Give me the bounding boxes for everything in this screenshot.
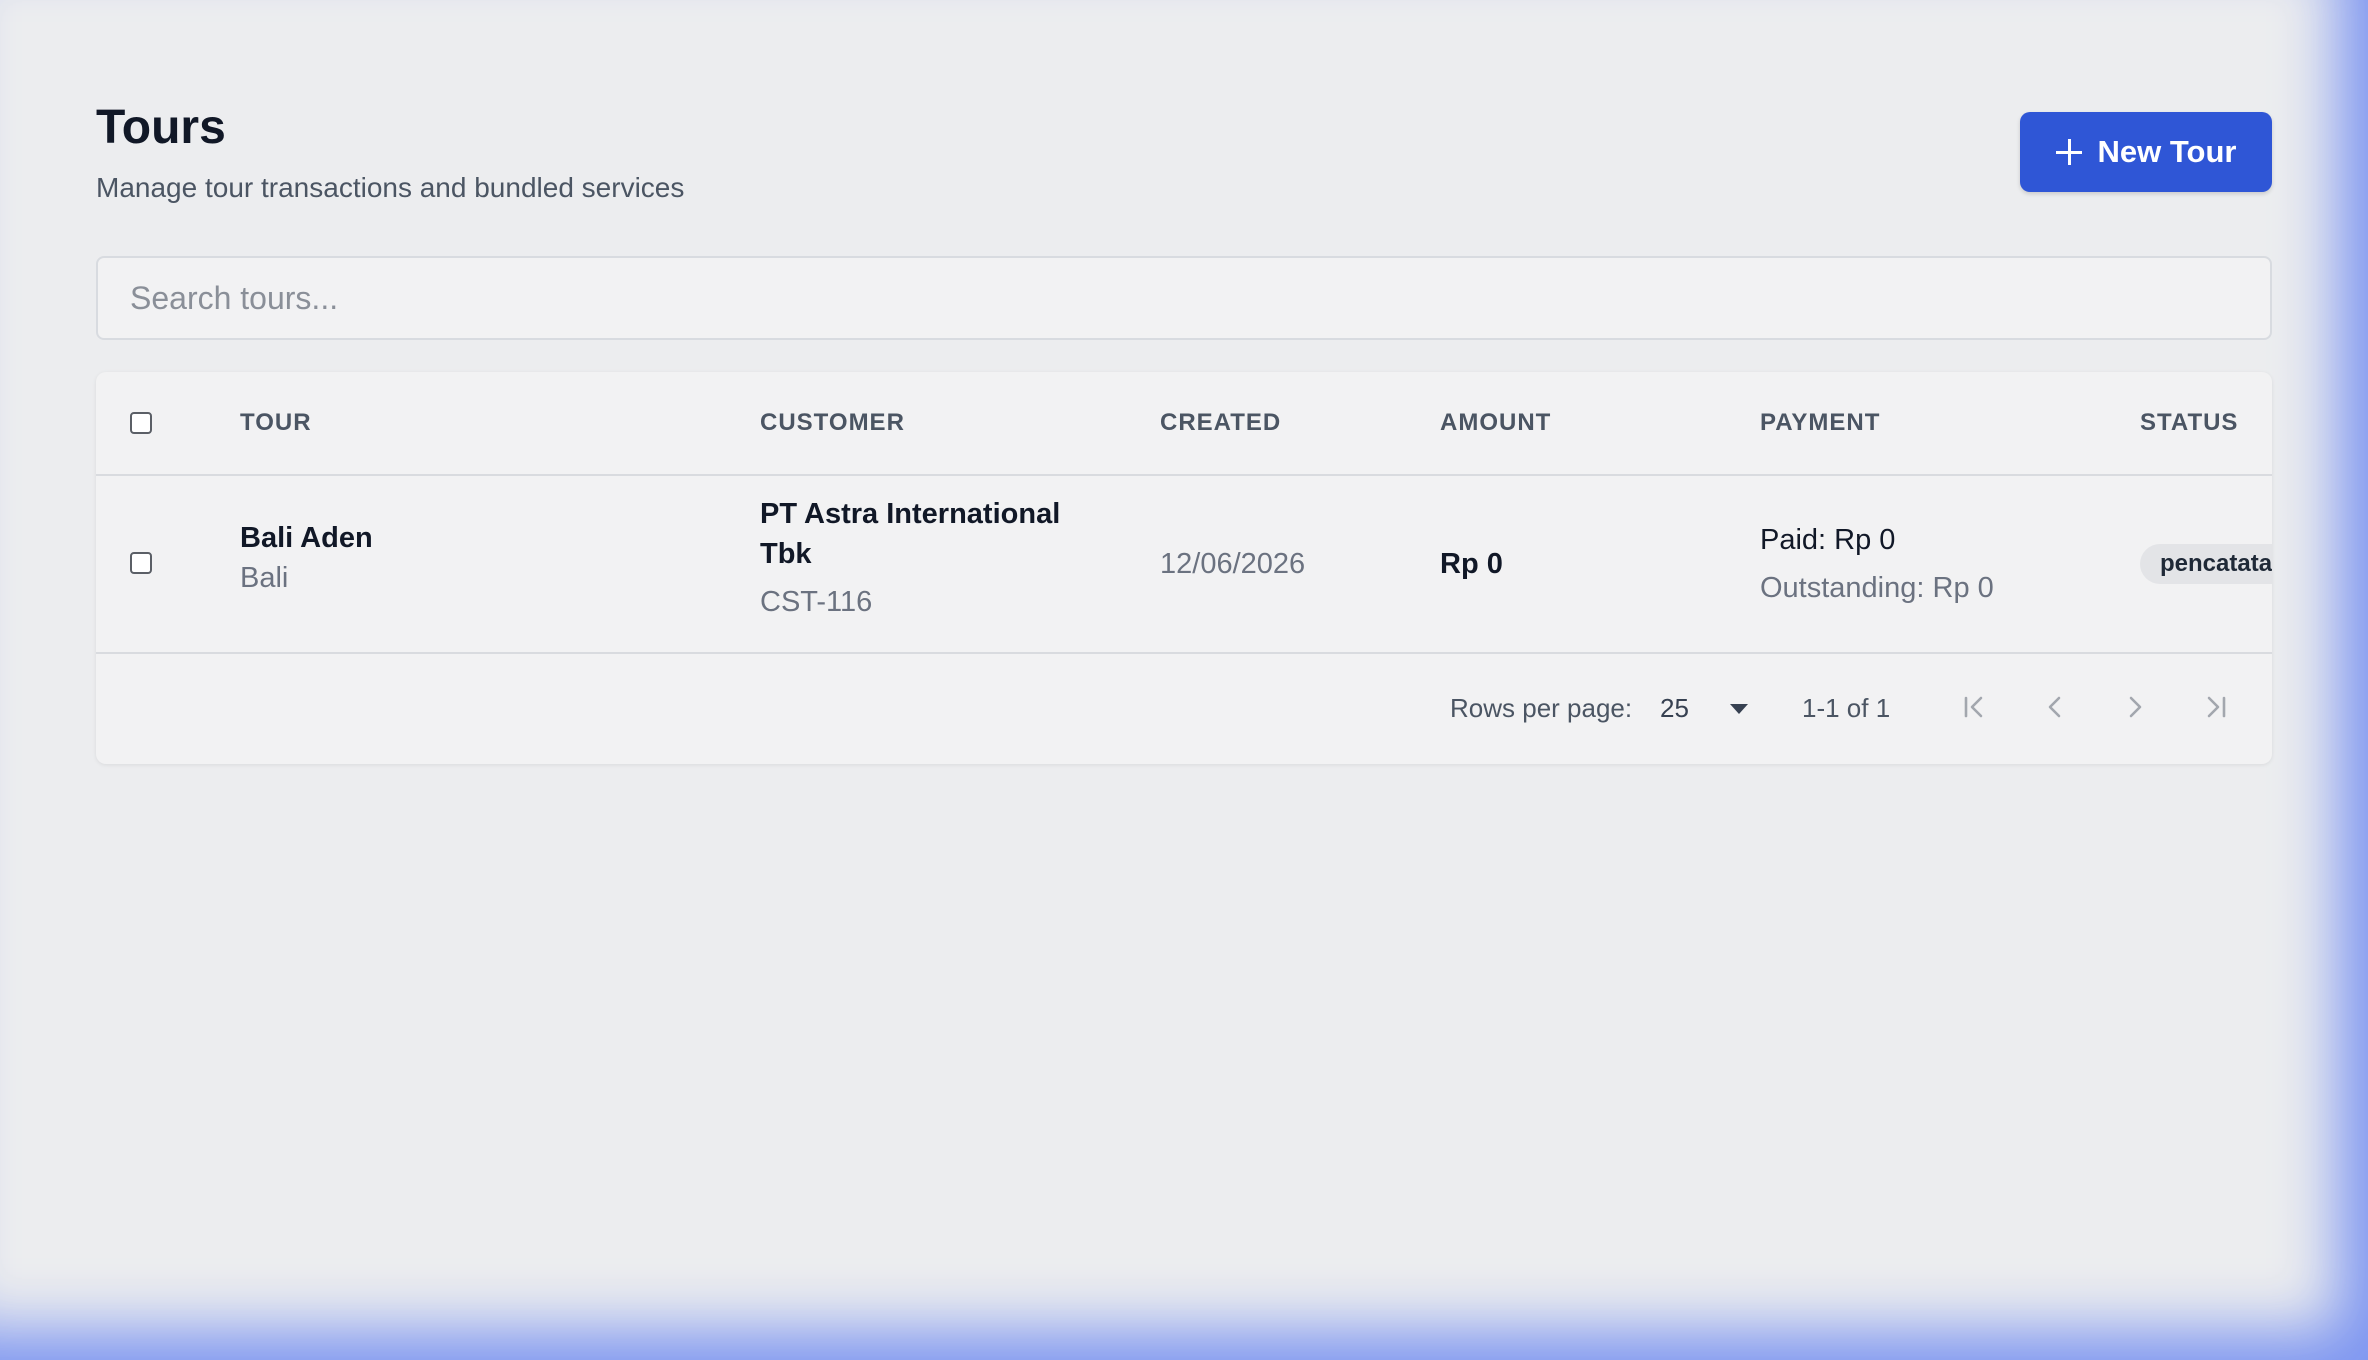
column-header-payment[interactable]: PAYMENT bbox=[1760, 408, 1880, 438]
last-page-button[interactable] bbox=[2190, 682, 2240, 732]
search-input[interactable] bbox=[96, 256, 2272, 340]
plus-icon bbox=[2055, 139, 2082, 165]
first-page-icon bbox=[1964, 696, 1983, 718]
table-header: TOUR CUSTOMER CREATED AMOUNT PAYMENT STA… bbox=[96, 372, 2272, 476]
page-title: Tours bbox=[96, 101, 226, 154]
page: Tours Manage tour transactions and bundl… bbox=[0, 0, 2368, 1360]
last-page-icon bbox=[2207, 696, 2226, 718]
customer-code: CST-116 bbox=[760, 586, 873, 618]
payment-outstanding: Outstanding: Rp 0 bbox=[1760, 572, 1994, 604]
rows-per-page-value: 25 bbox=[1660, 693, 1689, 723]
select-all-checkbox[interactable] bbox=[130, 412, 152, 434]
rows-per-page-label: Rows per page: bbox=[1450, 693, 1633, 723]
status-badge: pencatatan bbox=[2140, 544, 2272, 584]
column-header-amount[interactable]: AMOUNT bbox=[1440, 408, 1551, 438]
column-header-tour[interactable]: TOUR bbox=[240, 408, 312, 438]
rows-per-page-select[interactable]: 25 bbox=[1660, 684, 1756, 732]
new-tour-button-label: New Tour bbox=[2097, 134, 2237, 169]
amount: Rp 0 bbox=[1440, 548, 1503, 580]
created-date: 12/06/2026 bbox=[1160, 548, 1306, 580]
previous-page-button[interactable] bbox=[2030, 682, 2080, 732]
new-tour-button[interactable]: New Tour bbox=[2020, 112, 2272, 192]
table-pagination: Rows per page: 25 1-1 of 1 bbox=[96, 654, 2272, 764]
tour-destination: Bali bbox=[240, 562, 289, 594]
column-header-created[interactable]: CREATED bbox=[1160, 408, 1281, 438]
row-checkbox[interactable] bbox=[130, 552, 152, 574]
payment-paid: Paid: Rp 0 bbox=[1760, 524, 1896, 556]
pagination-range: 1-1 of 1 bbox=[1802, 693, 1891, 723]
table-row[interactable]: Bali Aden Bali PT Astra International Tb… bbox=[96, 476, 2272, 654]
column-header-customer[interactable]: CUSTOMER bbox=[760, 408, 905, 438]
customer-name-line1: PT Astra International bbox=[760, 498, 1061, 530]
tour-name: Bali Aden bbox=[240, 522, 373, 554]
chevron-left-icon bbox=[2048, 696, 2061, 718]
tours-table: TOUR CUSTOMER CREATED AMOUNT PAYMENT STA… bbox=[96, 372, 2272, 764]
column-header-status[interactable]: STATUS bbox=[2140, 408, 2238, 438]
caret-down-icon bbox=[1730, 704, 1748, 714]
customer-name-line2: Tbk bbox=[760, 538, 812, 570]
chevron-right-icon bbox=[2129, 696, 2142, 718]
page-subtitle: Manage tour transactions and bundled ser… bbox=[96, 172, 685, 203]
first-page-button[interactable] bbox=[1950, 682, 2000, 732]
next-page-button[interactable] bbox=[2110, 682, 2160, 732]
